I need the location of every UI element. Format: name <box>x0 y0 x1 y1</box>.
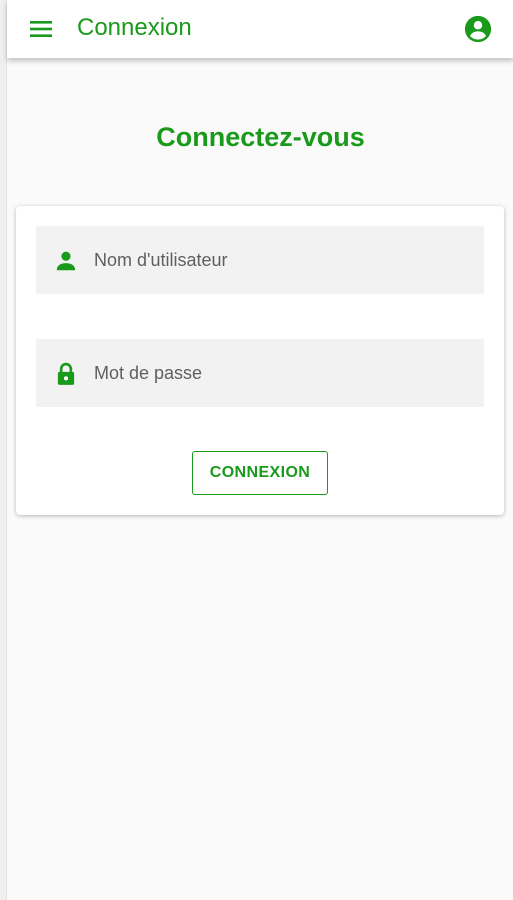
username-input[interactable] <box>94 226 474 294</box>
login-card: CONNEXION <box>16 206 504 515</box>
person-icon <box>53 248 79 274</box>
toolbar-title: Connexion <box>77 14 192 41</box>
account-button[interactable] <box>463 14 493 44</box>
login-button[interactable]: CONNEXION <box>192 451 328 495</box>
top-app-bar: Connexion <box>7 0 513 58</box>
lock-icon <box>53 361 79 387</box>
page: Connexion Connectez-vous Nom d'utilisate… <box>6 0 513 900</box>
password-input[interactable] <box>94 339 474 407</box>
account-circle-icon <box>463 14 493 44</box>
page-heading: Connectez-vous <box>156 122 365 152</box>
menu-button[interactable] <box>27 15 57 43</box>
username-field-container <box>36 226 484 294</box>
menu-icon <box>27 15 57 43</box>
password-field-container <box>36 339 484 407</box>
